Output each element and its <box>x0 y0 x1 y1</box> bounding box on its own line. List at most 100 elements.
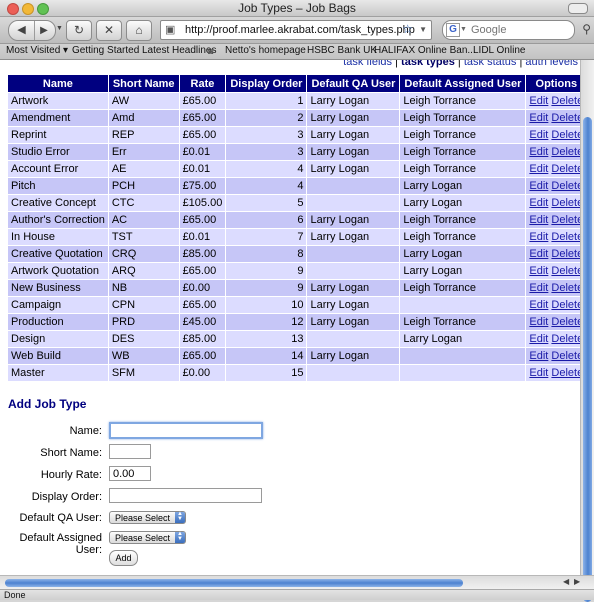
bookmark-halifax[interactable]: HALIFAX Online Ban... <box>374 45 476 56</box>
reload-button[interactable]: ↻ <box>66 20 92 41</box>
auth-levels-link[interactable]: auth levels <box>525 60 578 68</box>
default-assigned-user-cell: Leigh Torrance <box>400 229 526 245</box>
delete-link[interactable]: Delete <box>551 180 580 192</box>
url-dropdown-icon[interactable]: ▼ <box>419 25 427 34</box>
bookmark-getting-started[interactable]: Getting Started <box>72 45 139 56</box>
vertical-scroll-thumb[interactable] <box>583 117 592 602</box>
display-order-cell: 4 <box>226 161 307 177</box>
history-dropdown-icon[interactable]: ▼ <box>56 25 63 32</box>
short-name-cell: CRQ <box>108 246 179 262</box>
edit-link[interactable]: Edit <box>529 265 548 277</box>
bookmark-star-icon[interactable]: ☆ <box>402 22 413 36</box>
default-qa-user-cell: Larry Logan <box>307 127 400 143</box>
vertical-scrollbar[interactable] <box>580 60 594 602</box>
delete-link[interactable]: Delete <box>551 299 580 311</box>
add-button[interactable]: Add <box>109 550 138 566</box>
table-row: Production PRD £45.00 12 Larry Logan Leigh To… <box>8 314 580 330</box>
delete-link[interactable]: Delete <box>551 231 580 243</box>
search-bar[interactable]: G ▼ ⚲ <box>442 20 591 40</box>
default-qa-user-cell: Larry Logan <box>307 229 400 245</box>
search-engine-dropdown-icon[interactable]: ▼ <box>460 26 467 33</box>
edit-link[interactable]: Edit <box>529 350 548 362</box>
back-button[interactable]: ◀ <box>9 21 35 40</box>
delete-link[interactable]: Delete <box>551 316 580 328</box>
delete-link[interactable]: Delete <box>551 248 580 260</box>
short-name-input[interactable] <box>109 444 151 459</box>
back-arrow-icon: ◀ <box>17 24 26 36</box>
options-cell: Edit Delete <box>526 178 580 194</box>
hourly-rate-input[interactable] <box>109 466 151 481</box>
google-engine-icon[interactable]: G <box>446 23 460 37</box>
delete-link[interactable]: Delete <box>551 333 580 345</box>
forward-arrow-icon: ▶ <box>40 25 48 36</box>
search-icon[interactable]: ⚲ <box>582 22 591 36</box>
default-qa-user-cell <box>307 365 400 381</box>
short-name-cell: WB <box>108 348 179 364</box>
nav-buttons: ◀ ▶ <box>8 20 56 41</box>
column-header: Default Assigned User <box>400 75 526 92</box>
default-qa-user-select[interactable]: Please Select ▲ ▼ <box>109 511 186 524</box>
search-input[interactable] <box>469 22 565 38</box>
edit-link[interactable]: Edit <box>529 95 548 107</box>
forward-button[interactable]: ▶ <box>35 21 53 40</box>
scroll-left-arrow-icon[interactable]: ◀ <box>563 577 569 586</box>
url-text[interactable]: http://proof.marlee.akrabat.com/task_typ… <box>185 24 415 36</box>
horizontal-scroll-thumb[interactable] <box>5 579 463 587</box>
delete-link[interactable]: Delete <box>551 350 580 362</box>
delete-link[interactable]: Delete <box>551 265 580 277</box>
bookmark-latest-headlines[interactable]: Latest Headlines <box>142 45 217 56</box>
delete-link[interactable]: Delete <box>551 163 580 175</box>
delete-link[interactable]: Delete <box>551 129 580 141</box>
table-row: Artwork AW £65.00 1 Larry Logan Leigh Torranc… <box>8 93 580 109</box>
delete-link[interactable]: Delete <box>551 367 580 379</box>
default-assigned-user-cell: Larry Logan <box>400 263 526 279</box>
rate-cell: £65.00 <box>179 263 226 279</box>
display-order-label: Display Order: <box>31 491 102 503</box>
edit-link[interactable]: Edit <box>529 299 548 311</box>
toolbar-toggle-button[interactable] <box>568 3 588 14</box>
default-assigned-user-select[interactable]: Please Select ▲ ▼ <box>109 531 186 544</box>
column-header: Default QA User <box>307 75 400 92</box>
stop-button[interactable]: ✕ <box>96 20 122 41</box>
task-status-link[interactable]: task status <box>464 60 517 68</box>
address-bar[interactable]: ▣ http://proof.marlee.akrabat.com/task_t… <box>160 20 432 40</box>
edit-link[interactable]: Edit <box>529 129 548 141</box>
delete-link[interactable]: Delete <box>551 197 580 209</box>
bookmark-nettos-homepage[interactable]: Netto's homepage <box>225 45 306 56</box>
edit-link[interactable]: Edit <box>529 333 548 345</box>
short-name-cell: Err <box>108 144 179 160</box>
scroll-right-arrow-icon[interactable]: ▶ <box>574 577 580 586</box>
display-order-input[interactable] <box>109 488 262 503</box>
task-types-link[interactable]: task types <box>401 60 455 68</box>
delete-link[interactable]: Delete <box>551 95 580 107</box>
edit-link[interactable]: Edit <box>529 231 548 243</box>
edit-link[interactable]: Edit <box>529 197 548 209</box>
bookmark-lidl[interactable]: LIDL Online <box>473 45 525 56</box>
bookmark-hsbc[interactable]: HSBC Bank UK <box>307 45 377 56</box>
edit-link[interactable]: Edit <box>529 316 548 328</box>
default-qa-user-cell: Larry Logan <box>307 314 400 330</box>
bookmark-most-visited[interactable]: Most Visited ▾ <box>6 45 68 56</box>
horizontal-scrollbar[interactable]: ◀ ▶ <box>0 575 594 590</box>
delete-link[interactable]: Delete <box>551 146 580 158</box>
rate-cell: £65.00 <box>179 297 226 313</box>
delete-link[interactable]: Delete <box>551 112 580 124</box>
rate-cell: £65.00 <box>179 93 226 109</box>
column-header: Rate <box>179 75 226 92</box>
edit-link[interactable]: Edit <box>529 248 548 260</box>
options-cell: Edit Delete <box>526 297 580 313</box>
edit-link[interactable]: Edit <box>529 282 548 294</box>
edit-link[interactable]: Edit <box>529 180 548 192</box>
edit-link[interactable]: Edit <box>529 163 548 175</box>
edit-link[interactable]: Edit <box>529 214 548 226</box>
options-cell: Edit Delete <box>526 246 580 262</box>
task-fields-link[interactable]: task fields <box>343 60 392 68</box>
edit-link[interactable]: Edit <box>529 112 548 124</box>
home-button[interactable]: ⌂ <box>126 20 152 41</box>
delete-link[interactable]: Delete <box>551 282 580 294</box>
delete-link[interactable]: Delete <box>551 214 580 226</box>
edit-link[interactable]: Edit <box>529 146 548 158</box>
name-input[interactable] <box>109 422 263 439</box>
edit-link[interactable]: Edit <box>529 367 548 379</box>
display-order-cell: 4 <box>226 178 307 194</box>
